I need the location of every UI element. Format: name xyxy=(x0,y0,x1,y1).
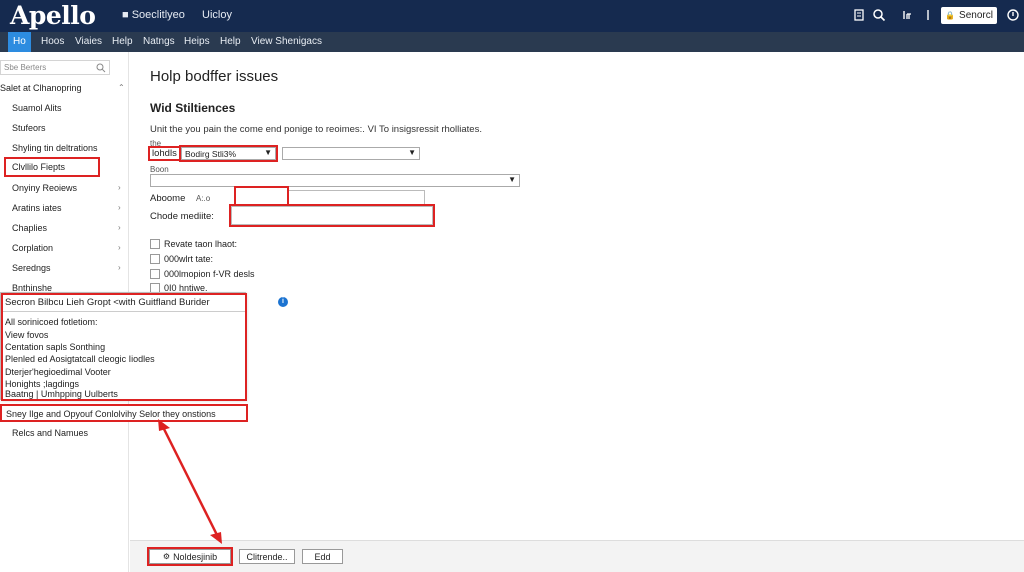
checkbox-row[interactable]: Revate taon lhaot: xyxy=(150,239,237,249)
chevron-down-icon: ▼ xyxy=(408,148,416,157)
sidebar-item[interactable]: Onyiny Reoiews xyxy=(12,183,77,193)
header-link-library[interactable]: Uicloy xyxy=(202,9,232,21)
chevron-right-icon[interactable]: › xyxy=(118,183,121,192)
sidebar-item-highlighted[interactable]: Clvllilo Fiepts xyxy=(4,157,100,177)
field-label: the xyxy=(150,139,162,148)
chode-label: Chode mediite: xyxy=(150,211,214,222)
chevron-right-icon[interactable]: › xyxy=(118,263,121,272)
chode-input[interactable] xyxy=(229,204,435,227)
nav-help[interactable]: Help xyxy=(112,32,133,52)
bullet-icon: ■ xyxy=(122,9,129,21)
sidebar-item[interactable]: Chaplies xyxy=(12,223,47,233)
sidebar-search-input[interactable]: Sbe Berters xyxy=(0,60,110,75)
sidebar-item[interactable]: Relcs and Namues xyxy=(12,428,88,438)
search-icon xyxy=(96,63,106,73)
gear-icon: ⚙ xyxy=(162,552,171,561)
sidebar-item[interactable]: Shyling tin deltrations xyxy=(12,143,98,153)
section-description: Unit the you pain the come end ponige to… xyxy=(150,124,482,135)
checkbox-row[interactable]: 000lmopion f-VR desls xyxy=(150,269,255,279)
bottom-action-bar: ⚙ Noldesjinib Clitrende.. Edd xyxy=(130,540,1024,572)
lock-icon: 🔒 xyxy=(945,11,956,20)
nav-settings[interactable]: Natngs xyxy=(143,32,175,52)
power-icon[interactable] xyxy=(1005,7,1021,23)
chevron-down-icon: ▼ xyxy=(508,175,516,184)
nav-heips[interactable]: Heips xyxy=(184,32,210,52)
popup-highlight xyxy=(1,293,247,401)
secondary-action-button[interactable]: Clitrende.. xyxy=(239,549,295,564)
nav-views[interactable]: Viaies xyxy=(75,32,102,52)
page-title: Holp bodffer issues xyxy=(150,68,279,85)
checkbox[interactable] xyxy=(150,269,160,279)
secondary-select[interactable]: ▼ xyxy=(282,147,420,160)
aboome-label: Aboome xyxy=(150,193,186,204)
popup-footer-option[interactable]: Sney Ilge and Opyouf Conlolvihy Selor th… xyxy=(0,404,248,422)
header-action-button[interactable]: 🔒 Senorcl xyxy=(941,7,997,24)
field-prefix: lohdls xyxy=(148,146,181,161)
sidebar-item[interactable]: Suamol Alits xyxy=(12,103,62,113)
wide-select[interactable]: ▼ xyxy=(150,174,520,187)
grid-icon[interactable] xyxy=(920,7,936,23)
app-logo[interactable]: Apello xyxy=(10,1,96,30)
checkbox-row[interactable]: 000wlrt tate: xyxy=(150,254,213,264)
checkbox[interactable] xyxy=(150,239,160,249)
chevron-right-icon[interactable]: › xyxy=(118,203,121,212)
primary-select[interactable]: Bodirg Stli3% ▼ xyxy=(179,145,278,162)
info-icon[interactable]: i xyxy=(278,297,288,307)
nav-help-2[interactable]: Help xyxy=(220,32,241,52)
section-title: Wid Stiltiences xyxy=(150,101,236,115)
field-label: Boon xyxy=(150,165,169,174)
main-nav: Ho Hoos Viaies Help Natngs Heips Help Vi… xyxy=(0,32,1024,52)
sidebar-item[interactable]: Stufeors xyxy=(12,123,46,133)
main-content: Holp bodffer issues Wid Stiltiences Unit… xyxy=(130,52,1024,572)
sidebar-item[interactable]: Aratins iates xyxy=(12,203,62,213)
aboome-value: A:.o xyxy=(196,194,211,203)
sidebar-item[interactable]: Seredngs xyxy=(12,263,51,273)
top-header: Apello ■ Soeclitlyeo Uicloy 🔒 Senorcl xyxy=(0,0,1024,32)
document-icon[interactable] xyxy=(851,7,867,23)
primary-action-button[interactable]: ⚙ Noldesjinib xyxy=(147,547,233,566)
chevron-right-icon[interactable]: › xyxy=(118,243,121,252)
dropdown-popup: Secron Bilbcu Lieh Gropt <with Guitfland… xyxy=(0,292,247,401)
search-icon[interactable] xyxy=(871,7,887,23)
sidebar-item[interactable]: Corplation xyxy=(12,243,53,253)
sidebar-section-header[interactable]: Salet at Clhanopring xyxy=(0,83,82,93)
checkbox[interactable] xyxy=(150,254,160,264)
chevron-down-icon: ▼ xyxy=(264,148,272,157)
header-link-products[interactable]: ■ Soeclitlyeo xyxy=(122,9,185,21)
nav-hoos[interactable]: Hoos xyxy=(41,32,64,52)
notification-icon[interactable] xyxy=(899,7,915,23)
edit-button[interactable]: Edd xyxy=(302,549,343,564)
nav-view-settings[interactable]: View Shenigacs xyxy=(251,32,322,52)
aboome-highlight xyxy=(234,186,289,207)
chevron-right-icon[interactable]: › xyxy=(118,223,121,232)
chevron-up-icon[interactable]: ⌃ xyxy=(118,83,125,92)
nav-home[interactable]: Ho xyxy=(8,32,31,52)
